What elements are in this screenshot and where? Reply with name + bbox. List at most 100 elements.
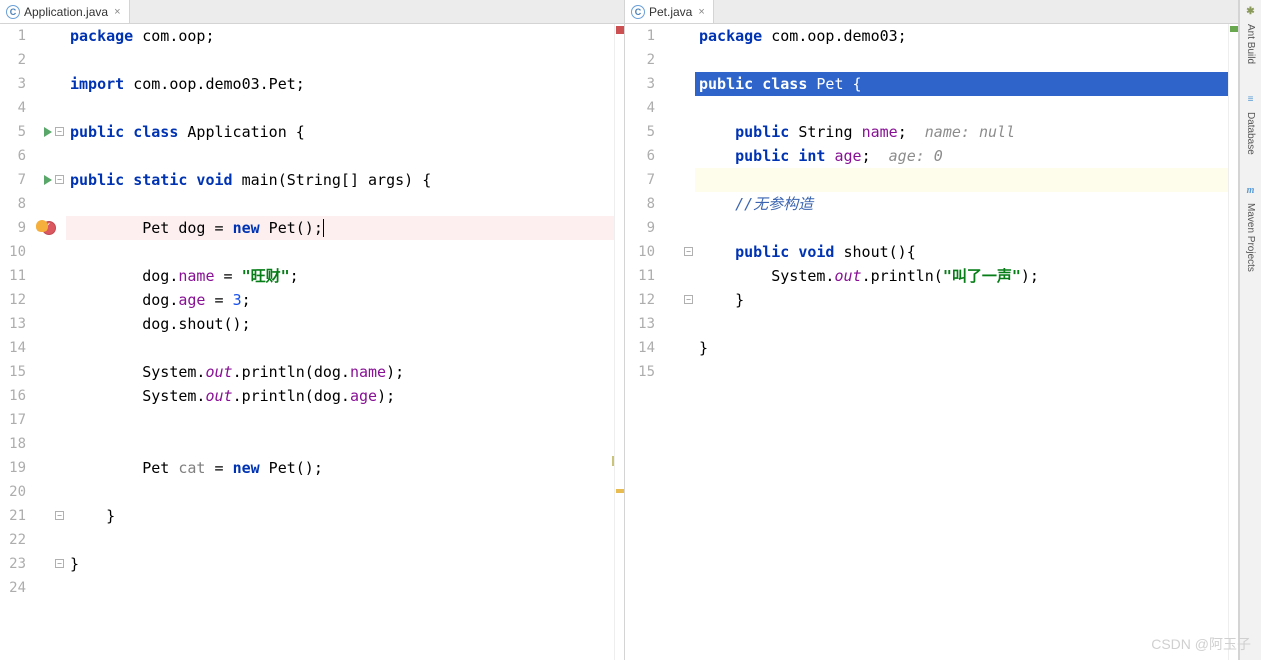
code-line[interactable]: System.out.println(dog.name);	[66, 360, 614, 384]
line-number: 2	[0, 48, 26, 72]
code-line[interactable]: }	[66, 552, 614, 576]
gutter-left[interactable]: 123456789101112131415161718192021222324 …	[0, 24, 66, 660]
line-number: 10	[0, 240, 26, 264]
close-icon[interactable]: ×	[698, 6, 704, 18]
close-icon[interactable]: ×	[114, 6, 120, 18]
code-line[interactable]: public class Pet {	[695, 72, 1228, 96]
database-icon: ≡	[1244, 94, 1258, 108]
tool-window-ant-build[interactable]: ✱ Ant Build	[1244, 6, 1258, 64]
code-line[interactable]: public int age; age: 0	[695, 144, 1228, 168]
line-number: 19	[0, 456, 26, 480]
code-line[interactable]	[66, 480, 614, 504]
editor-pane-left: C Application.java × 1234567891011121314…	[0, 0, 625, 660]
code-line[interactable]: Pet dog = new Pet();	[66, 216, 614, 240]
marker-error	[616, 26, 624, 34]
line-number: 4	[0, 96, 26, 120]
line-number: 23	[0, 552, 26, 576]
tab-bar-right: C Pet.java ×	[625, 0, 1238, 24]
line-number: 10	[625, 240, 655, 264]
marker-ok	[1230, 26, 1238, 32]
code-line[interactable]: //无参构造	[695, 192, 1228, 216]
editor-body-right: 123456789101112131415 −− package com.oop…	[625, 24, 1238, 660]
run-icon[interactable]	[44, 127, 52, 137]
code-line[interactable]: package com.oop.demo03;	[695, 24, 1228, 48]
tool-window-label: Database	[1245, 112, 1256, 155]
run-icon[interactable]	[44, 175, 52, 185]
code-line[interactable]: }	[695, 288, 1228, 312]
ant-icon: ✱	[1244, 6, 1258, 20]
code-line[interactable]	[66, 576, 614, 600]
code-line[interactable]	[66, 144, 614, 168]
watermark: CSDN @阿玉子	[1151, 634, 1251, 654]
line-number: 1	[625, 24, 655, 48]
code-line[interactable]: public String name; name: null	[695, 120, 1228, 144]
line-number: 4	[625, 96, 655, 120]
code-line[interactable]	[66, 48, 614, 72]
line-number: 16	[0, 384, 26, 408]
line-number: 5	[0, 120, 26, 144]
fold-icon[interactable]: −	[684, 247, 693, 256]
code-line[interactable]	[695, 216, 1228, 240]
line-number: 6	[625, 144, 655, 168]
code-line[interactable]: dog.age = 3;	[66, 288, 614, 312]
code-line[interactable]	[66, 192, 614, 216]
marker-bar-left[interactable]	[614, 24, 624, 660]
line-number: 3	[625, 72, 655, 96]
code-line[interactable]	[66, 240, 614, 264]
line-number: 8	[0, 192, 26, 216]
line-numbers-right: 123456789101112131415	[625, 24, 663, 660]
line-number: 24	[0, 576, 26, 600]
tool-window-label: Maven Projects	[1245, 203, 1256, 272]
tool-window-database[interactable]: ≡ Database	[1244, 94, 1258, 155]
code-line[interactable]: dog.name = "旺财";	[66, 264, 614, 288]
code-line[interactable]	[66, 336, 614, 360]
fold-icon[interactable]: −	[55, 127, 64, 136]
fold-icon[interactable]: −	[684, 295, 693, 304]
tool-window-maven-projects[interactable]: m Maven Projects	[1244, 185, 1258, 272]
code-line[interactable]	[66, 432, 614, 456]
code-line[interactable]: }	[66, 504, 614, 528]
class-icon: C	[631, 5, 645, 19]
code-area-right[interactable]: package com.oop.demo03; public class Pet …	[695, 24, 1228, 660]
code-line[interactable]	[695, 312, 1228, 336]
code-line[interactable]: System.out.println("叫了一声");	[695, 264, 1228, 288]
fold-icon[interactable]: −	[55, 175, 64, 184]
line-number: 21	[0, 504, 26, 528]
marker-warning	[616, 489, 624, 493]
code-line[interactable]	[695, 96, 1228, 120]
line-number: 2	[625, 48, 655, 72]
code-line[interactable]: System.out.println(dog.age);	[66, 384, 614, 408]
line-number: 15	[0, 360, 26, 384]
code-line[interactable]	[695, 360, 1228, 384]
line-number: 3	[0, 72, 26, 96]
code-line[interactable]	[66, 96, 614, 120]
code-line[interactable]: dog.shout();	[66, 312, 614, 336]
code-line[interactable]	[66, 528, 614, 552]
line-number: 9	[625, 216, 655, 240]
fold-icon[interactable]: −	[55, 511, 64, 520]
code-line[interactable]: package com.oop;	[66, 24, 614, 48]
tab-application-java[interactable]: C Application.java ×	[0, 0, 130, 23]
code-area-left[interactable]: package com.oop; import com.oop.demo03.Pe…	[66, 24, 614, 660]
code-line[interactable]	[695, 168, 1228, 192]
code-line[interactable]: }	[695, 336, 1228, 360]
tab-pet-java[interactable]: C Pet.java ×	[625, 0, 714, 23]
tab-label: Pet.java	[649, 5, 692, 19]
line-number: 17	[0, 408, 26, 432]
code-line[interactable]: Pet cat = new Pet();	[66, 456, 614, 480]
bulb-icon[interactable]	[36, 220, 48, 232]
marker-bar-right[interactable]	[1228, 24, 1238, 660]
code-line[interactable]	[66, 408, 614, 432]
line-number: 7	[625, 168, 655, 192]
line-number: 8	[625, 192, 655, 216]
line-number: 11	[0, 264, 26, 288]
code-line[interactable]: public class Application {	[66, 120, 614, 144]
code-line[interactable]	[695, 48, 1228, 72]
code-line[interactable]: public static void main(String[] args) {	[66, 168, 614, 192]
fold-icon[interactable]: −	[55, 559, 64, 568]
class-icon: C	[6, 5, 20, 19]
gutter-right[interactable]: 123456789101112131415 −−	[625, 24, 695, 660]
line-number: 7	[0, 168, 26, 192]
code-line[interactable]: import com.oop.demo03.Pet;	[66, 72, 614, 96]
code-line[interactable]: public void shout(){	[695, 240, 1228, 264]
